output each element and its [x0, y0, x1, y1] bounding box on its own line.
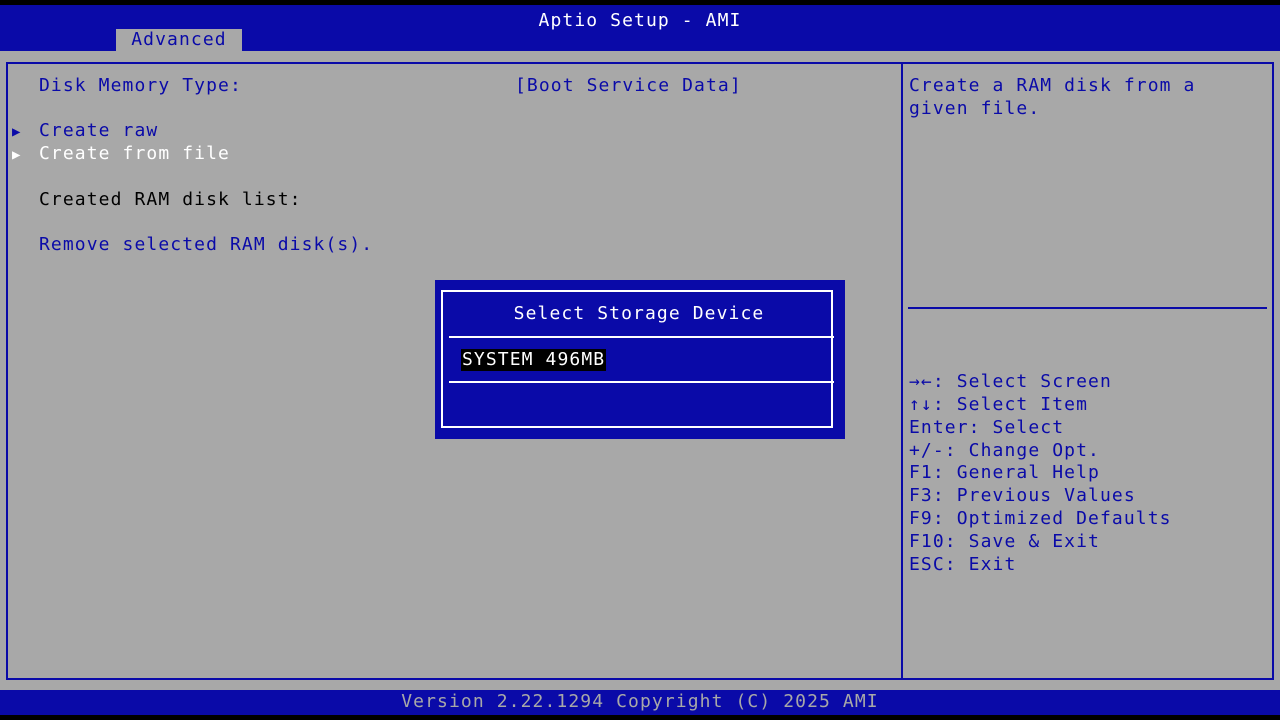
key-hint-select-item: ↑↓: Select Item [909, 394, 1089, 415]
status-bar: Version 2.22.1294 Copyright (C) 2025 AMI [0, 690, 1280, 715]
storage-device-option[interactable]: SYSTEM 496MB [461, 349, 607, 371]
help-text-line-2: given file. [909, 98, 1041, 119]
key-hint-esc: ESC: Exit [909, 554, 1017, 575]
tab-advanced[interactable]: Advanced [116, 29, 242, 51]
key-hint-f9: F9: Optimized Defaults [909, 508, 1172, 529]
created-ram-disk-list-label: Created RAM disk list: [39, 189, 302, 210]
dialog-title: Select Storage Device [513, 303, 765, 324]
disk-memory-type-value[interactable]: [Boot Service Data] [515, 75, 742, 97]
key-hint-f1: F1: General Help [909, 462, 1100, 483]
create-from-file-item[interactable]: Create from file [39, 143, 230, 165]
submenu-arrow-icon: ▶ [12, 147, 22, 163]
dialog-border: Select Storage Device SYSTEM 496MB [441, 290, 834, 428]
remove-selected-ram-disk-item[interactable]: Remove selected RAM disk(s). [39, 234, 373, 256]
create-raw-item[interactable]: Create raw [39, 120, 158, 142]
version-text: Version 2.22.1294 Copyright (C) 2025 AMI [401, 691, 879, 712]
help-divider [908, 307, 1267, 309]
app-title: Aptio Setup - AMI [538, 10, 742, 31]
key-hint-change-opt: +/-: Change Opt. [909, 440, 1100, 461]
key-hint-select-screen: →←: Select Screen [909, 371, 1112, 392]
dialog-divider-bottom [449, 381, 834, 383]
select-storage-device-dialog: Select Storage Device SYSTEM 496MB [435, 280, 845, 439]
key-hint-f3: F3: Previous Values [909, 485, 1136, 506]
submenu-arrow-icon: ▶ [12, 124, 22, 140]
help-text-line-1: Create a RAM disk from a [909, 75, 1196, 96]
disk-memory-type-label: Disk Memory Type: [39, 75, 242, 96]
dialog-divider-top [449, 336, 834, 338]
key-hint-enter: Enter: Select [909, 417, 1065, 438]
key-hint-f10: F10: Save & Exit [909, 531, 1100, 552]
